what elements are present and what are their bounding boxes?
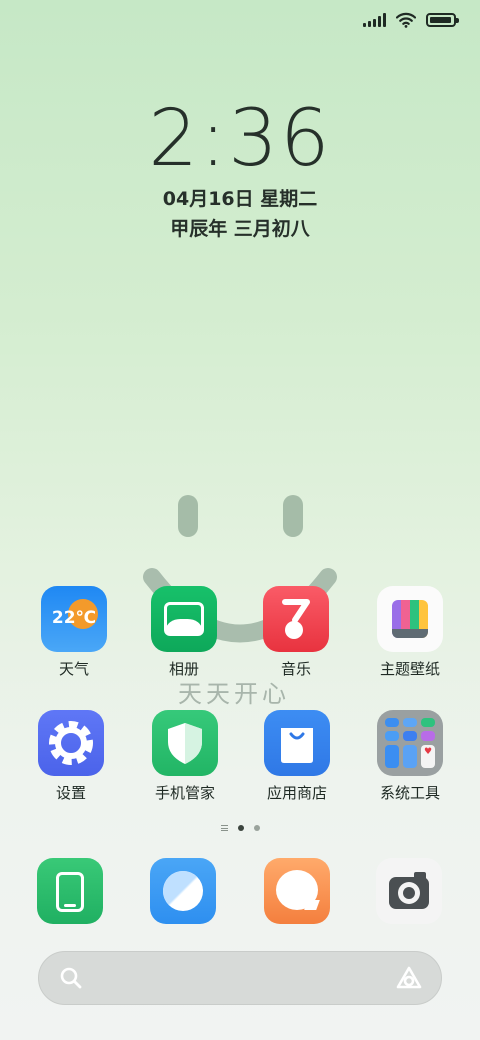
phone-manager-icon xyxy=(152,710,218,776)
app-system-tools-folder[interactable]: ♥ 系统工具 xyxy=(355,710,465,803)
browser-icon[interactable] xyxy=(150,858,216,924)
gallery-icon xyxy=(151,586,217,652)
app-music[interactable]: 音乐 xyxy=(241,586,351,679)
settings-icon xyxy=(38,710,104,776)
weather-temp: 22℃ xyxy=(51,608,97,628)
app-settings[interactable]: 设置 xyxy=(16,710,126,803)
app-label: 手机管家 xyxy=(154,784,215,802)
app-row-2: 设置 手机管家 应用商店 ♥ 系统工具 xyxy=(0,710,480,820)
clock-lunar-date: 甲辰年 三月初八 xyxy=(170,218,310,240)
system-tools-folder-icon: ♥ xyxy=(377,710,443,776)
app-store[interactable]: 应用商店 xyxy=(242,710,352,803)
theme-icon xyxy=(377,586,443,652)
phone-icon[interactable] xyxy=(37,858,103,924)
app-store-icon xyxy=(264,710,330,776)
wifi-icon xyxy=(396,12,416,28)
app-row-1: 22℃ 天气 相册 音乐 主题壁纸 xyxy=(0,586,480,696)
search-icon xyxy=(60,967,82,989)
battery-icon xyxy=(426,13,459,27)
dock xyxy=(0,856,480,926)
music-icon xyxy=(263,586,329,652)
signal-icon xyxy=(363,13,386,27)
weather-icon: 22℃ xyxy=(41,586,107,652)
page-dot-2 xyxy=(253,825,260,831)
app-weather[interactable]: 22℃ 天气 xyxy=(19,586,129,679)
camera-icon[interactable] xyxy=(376,858,442,924)
app-label: 音乐 xyxy=(280,660,311,678)
app-label: 应用商店 xyxy=(266,784,327,802)
app-theme[interactable]: 主题壁纸 xyxy=(355,586,465,679)
app-label: 系统工具 xyxy=(379,784,440,802)
clock-date: 04月16日 星期二 xyxy=(162,188,318,210)
page-dot-1 xyxy=(237,825,244,831)
search-bar[interactable] xyxy=(38,951,442,1005)
messages-icon[interactable] xyxy=(264,858,330,924)
assistant-icon[interactable] xyxy=(395,965,423,991)
app-label: 主题壁纸 xyxy=(379,660,440,678)
page-indicator[interactable] xyxy=(0,825,480,831)
app-label: 天气 xyxy=(58,660,89,678)
clock-widget[interactable]: 2:36 04月16日 星期二 甲辰年 三月初八 xyxy=(0,96,480,244)
status-bar xyxy=(363,10,459,30)
feed-page-icon xyxy=(220,825,228,831)
app-label: 相册 xyxy=(168,660,199,678)
app-label: 设置 xyxy=(55,784,86,802)
app-phone-manager[interactable]: 手机管家 xyxy=(130,710,240,803)
clock-time: 2:36 xyxy=(148,94,332,184)
app-gallery[interactable]: 相册 xyxy=(129,586,239,679)
